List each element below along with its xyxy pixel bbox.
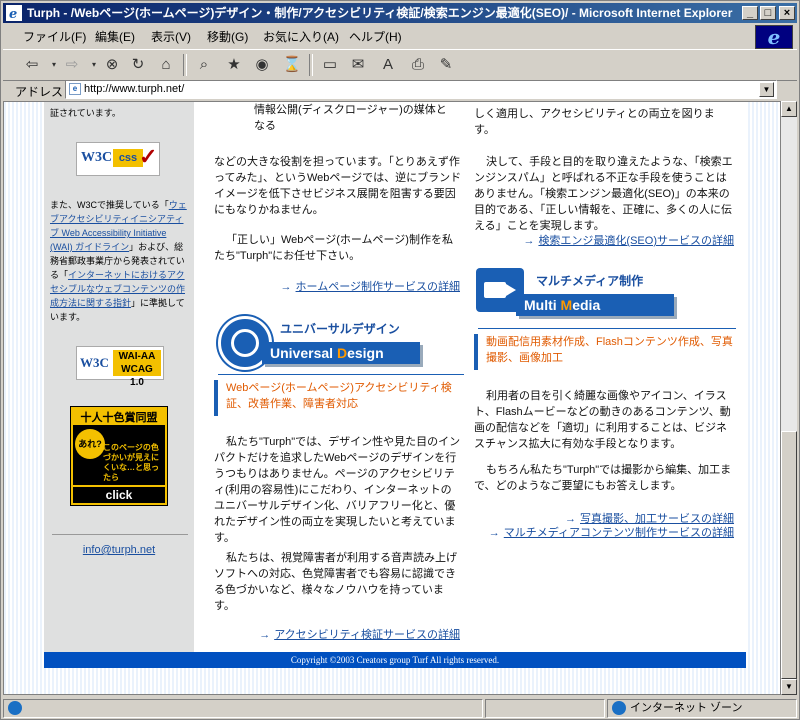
logo-title-jp: ユニバーサルデザイン: [280, 322, 400, 336]
scroll-down-icon[interactable]: ▼: [781, 679, 797, 695]
w3c-logo-text: W3C: [81, 150, 113, 165]
wcag-text: WCAG 1.0: [121, 364, 153, 388]
paragraph: 「正しい」Webページ(ホームページ)制作を私たち"Turph"にお任せ下さい。: [214, 234, 453, 262]
paragraph: 決して、手段と目的を取り違えたような、「検索エンジンスパム」と呼ばれる不正な手段…: [474, 156, 733, 232]
ie-logo: e: [755, 25, 793, 49]
toolbar-separator: [183, 54, 187, 76]
sidebar-text: 証されています。: [50, 108, 121, 118]
ie-icon: e: [6, 5, 22, 21]
status-panel: [485, 699, 605, 718]
paragraph: 私たち"Turph"では、デザイン性や見た目のインパクトだけを追求したWebペー…: [214, 436, 461, 544]
sidebar-divider: [52, 534, 188, 535]
homepage-service-link[interactable]: → ホームページ制作サービスの詳細: [214, 278, 460, 294]
w3c-wai-aa-badge[interactable]: W3C WAI-AA WCAG 1.0: [76, 346, 164, 388]
paragraph: などの大きな役割を担っています。「とりあえず作ってみた」、というWebページでは…: [214, 156, 462, 216]
banner-message: このページの色づかいが見えにくいな…と思ったら: [103, 443, 159, 482]
page-icon: e: [69, 83, 81, 96]
menu-help[interactable]: ヘルプ(H): [349, 28, 402, 45]
color-check-banner[interactable]: 十人十色賞同盟 あれ? このページの色づかいが見えにくいな…と思ったら clic…: [70, 406, 168, 506]
print-icon[interactable]: ⎙: [407, 54, 429, 76]
logo-title-en: Universal Design: [262, 342, 420, 364]
main-content: 情報公開(ディスクロージャー)の媒体となる などの大きな役割を担っています。「と…: [194, 102, 746, 652]
w3c-css-badge[interactable]: W3C css ✓: [76, 142, 160, 176]
favorites-icon[interactable]: ★: [223, 54, 245, 76]
status-text: [3, 699, 483, 718]
scroll-thumb[interactable]: [781, 431, 797, 679]
seo-service-link[interactable]: → 検索エンジ最適化(SEO)サービスの詳細: [474, 232, 734, 248]
banner-title: 十人十色賞同盟: [80, 411, 158, 424]
font-size-icon[interactable]: A: [377, 54, 399, 76]
email-link[interactable]: info@turph.net: [44, 544, 194, 556]
multimedia-service-link[interactable]: → マルチメディアコンテンツ制作サービスの詳細: [474, 524, 734, 540]
page-viewport: 証されています。 W3C css ✓ また、W3Cで推奨している「ウェブアクセシ…: [3, 101, 781, 695]
multimedia-logo: マルチメディア制作 Multi Media: [476, 268, 686, 328]
menu-file[interactable]: ファイル(F): [23, 28, 86, 45]
wai-aa-label: WAI-AA WCAG 1.0: [113, 350, 161, 388]
menu-view[interactable]: 表示(V): [151, 28, 191, 45]
window-title: Turph - /Webページ(ホームページ)デザイン・制作/アクセシビリティ検…: [27, 6, 733, 20]
paragraph: しく適用し、アクセシビリティとの両立を図ります。: [474, 108, 715, 136]
address-bar: アドレス e http://www.turph.net/ ▼: [3, 80, 797, 100]
search-icon[interactable]: ⌕: [193, 54, 215, 76]
address-url: http://www.turph.net/: [84, 83, 185, 95]
stop-icon[interactable]: ⊗: [101, 54, 123, 76]
sidebar-paragraph: また、W3Cで推奨している「ウェブアクセシビリティイニシアティブ Web Acc…: [50, 198, 190, 324]
internet-zone-icon: [612, 701, 626, 716]
w3c-logo-text: W3C: [80, 355, 109, 370]
section-heading: Webページ(ホームページ)アクセシビリティ検証、改善作業、障害者対応: [214, 374, 464, 416]
menu-go[interactable]: 移動(G): [207, 28, 248, 45]
maximize-button[interactable]: □: [760, 6, 776, 20]
universal-design-logo: ユニバーサルデザイン Universal Design: [218, 316, 428, 376]
history-icon[interactable]: ⌛: [281, 54, 303, 76]
address-label: アドレス: [15, 85, 64, 99]
menu-edit[interactable]: 編集(E): [95, 28, 135, 45]
back-icon[interactable]: ⇦: [21, 54, 43, 76]
banner-body: あれ? このページの色づかいが見えにくいな…と思ったら: [73, 425, 165, 485]
page-footer: Copyright ©2003 Creators group Turf All …: [44, 652, 746, 668]
sidebar-text: また、W3Cで推奨している「: [50, 200, 169, 210]
menu-favorites[interactable]: お気に入り(A): [263, 28, 339, 45]
title-bar[interactable]: e Turph - /Webページ(ホームページ)デザイン・制作/アクセシビリテ…: [3, 3, 797, 23]
forward-icon[interactable]: ⇨: [61, 54, 83, 76]
address-dropdown-icon[interactable]: ▼: [759, 82, 774, 97]
wai-aa-text: WAI-AA: [118, 351, 156, 362]
paragraph: もちろん私たち"Turph"では撮影から編集、加工まで、どのようなご要望にもお答…: [474, 464, 732, 492]
logo-title-en: Multi Media: [516, 294, 674, 316]
zone-label: インターネット ゾーン: [630, 702, 743, 714]
accessibility-service-link[interactable]: → アクセシビリティ検証サービスの詳細: [214, 626, 460, 642]
fullscreen-icon[interactable]: ▭: [319, 54, 341, 76]
scroll-up-icon[interactable]: ▲: [781, 101, 797, 117]
mail-icon[interactable]: ✉: [347, 54, 369, 76]
left-sidebar: 証されています。 W3C css ✓ また、W3Cで推奨している「ウェブアクセシ…: [44, 102, 194, 652]
toolbar-separator: [309, 54, 313, 76]
security-zone: インターネット ゾーン: [607, 699, 797, 718]
banner-bubble: あれ?: [75, 429, 105, 459]
address-input[interactable]: e http://www.turph.net/ ▼: [65, 80, 777, 99]
page-loaded-icon: [8, 701, 22, 716]
logo-title-jp: マルチメディア制作: [536, 274, 644, 288]
paragraph: 利用者の目を引く綺麗な画像やアイコン、イラスト、Flashムービーなどの動きのあ…: [474, 390, 731, 450]
section-heading: 動画配信用素材作成、Flashコンテンツ作成、写真撮影、画像加工: [474, 328, 736, 370]
vertical-scrollbar[interactable]: ▲ ▼: [781, 101, 797, 695]
close-button[interactable]: ×: [779, 6, 795, 20]
status-bar: インターネット ゾーン: [3, 699, 797, 719]
browser-window: e Turph - /Webページ(ホームページ)デザイン・制作/アクセシビリテ…: [0, 0, 800, 720]
home-icon[interactable]: ⌂: [155, 54, 177, 76]
refresh-icon[interactable]: ↻: [127, 54, 149, 76]
menu-bar: ファイル(F) 編集(E) 表示(V) 移動(G) お気に入り(A) ヘルプ(H…: [3, 25, 797, 47]
minimize-button[interactable]: _: [742, 6, 758, 20]
toolbar: ⇦ ▾ ⇨ ▾ ⊗ ↻ ⌂ ⌕ ★ ◉ ⌛ ▭ ✉ A ⎙ ✎: [3, 49, 797, 81]
banner-click-label: click: [73, 487, 165, 503]
checkmark-icon: ✓: [139, 144, 158, 169]
paragraph: 情報公開(ディスクロージャー)の媒体となる: [254, 104, 447, 132]
paragraph: 私たちは、視覚障害者が利用する音声読み上げソフトへの対応、色覚障害者でも容易に認…: [214, 552, 457, 612]
edit-icon[interactable]: ✎: [435, 54, 457, 76]
media-icon[interactable]: ◉: [251, 54, 273, 76]
svg-text:e: e: [9, 7, 17, 21]
